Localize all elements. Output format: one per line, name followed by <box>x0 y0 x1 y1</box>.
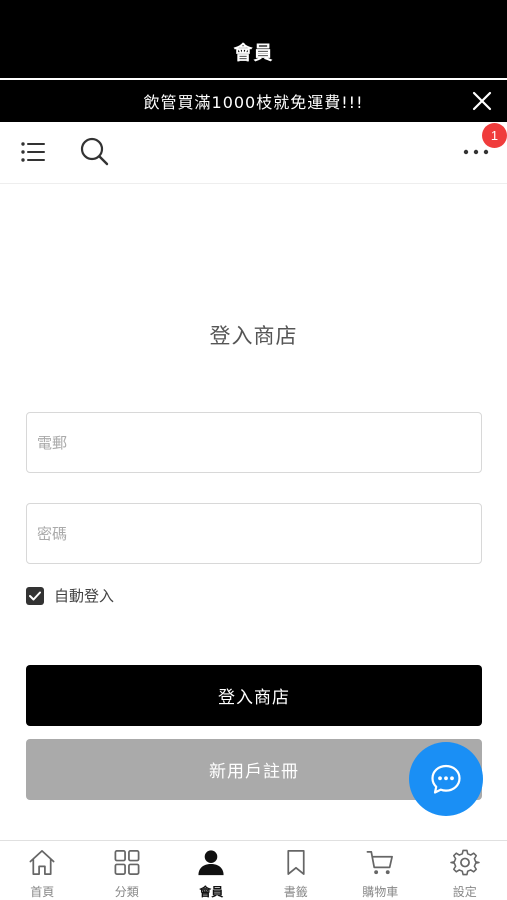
home-icon <box>29 850 55 875</box>
check-icon <box>29 591 41 600</box>
auto-login-label: 自動登入 <box>54 587 115 605</box>
tab-cart[interactable]: 購物車 <box>338 841 423 900</box>
app-header: 會員 <box>0 0 507 78</box>
bookmark-icon <box>287 850 305 875</box>
tab-label: 會員 <box>199 885 224 899</box>
promo-text: 飲管買滿1000枝就免運費!!! <box>143 93 364 112</box>
top-navbar: 1 <box>0 122 507 184</box>
tab-bookmarks[interactable]: 書籤 <box>254 841 339 900</box>
tab-label: 書籤 <box>283 885 308 899</box>
auto-login-checkbox[interactable] <box>26 586 44 605</box>
tab-label: 首頁 <box>30 885 55 899</box>
cart-icon <box>366 850 394 875</box>
page-title: 會員 <box>233 42 274 64</box>
tab-home[interactable]: 首頁 <box>0 841 85 900</box>
search-icon[interactable] <box>79 136 109 166</box>
tab-settings[interactable]: 設定 <box>423 841 507 900</box>
login-button[interactable]: 登入商店 <box>26 665 482 726</box>
menu-icon[interactable] <box>20 139 46 165</box>
close-icon[interactable] <box>471 90 493 112</box>
chat-icon <box>431 764 461 794</box>
tab-categories[interactable]: 分類 <box>85 841 170 900</box>
user-icon <box>198 850 224 876</box>
chat-button[interactable] <box>409 742 483 816</box>
login-title: 登入商店 <box>209 324 298 348</box>
tab-label: 購物車 <box>362 885 399 899</box>
promo-banner: 飲管買滿1000枝就免運費!!! <box>0 80 507 122</box>
tab-label: 設定 <box>452 885 477 899</box>
password-field[interactable] <box>26 503 482 564</box>
gear-icon <box>449 849 480 876</box>
email-field[interactable] <box>26 412 482 473</box>
tab-label: 分類 <box>114 885 139 899</box>
tab-member[interactable]: 會員 <box>169 841 254 900</box>
notification-badge: 1 <box>482 123 507 148</box>
grid-icon <box>114 850 140 875</box>
bottom-tabbar: 首頁 分類 會員 書籤 購物車 設定 <box>0 840 507 900</box>
auto-login-toggle[interactable]: 自動登入 <box>26 585 114 606</box>
